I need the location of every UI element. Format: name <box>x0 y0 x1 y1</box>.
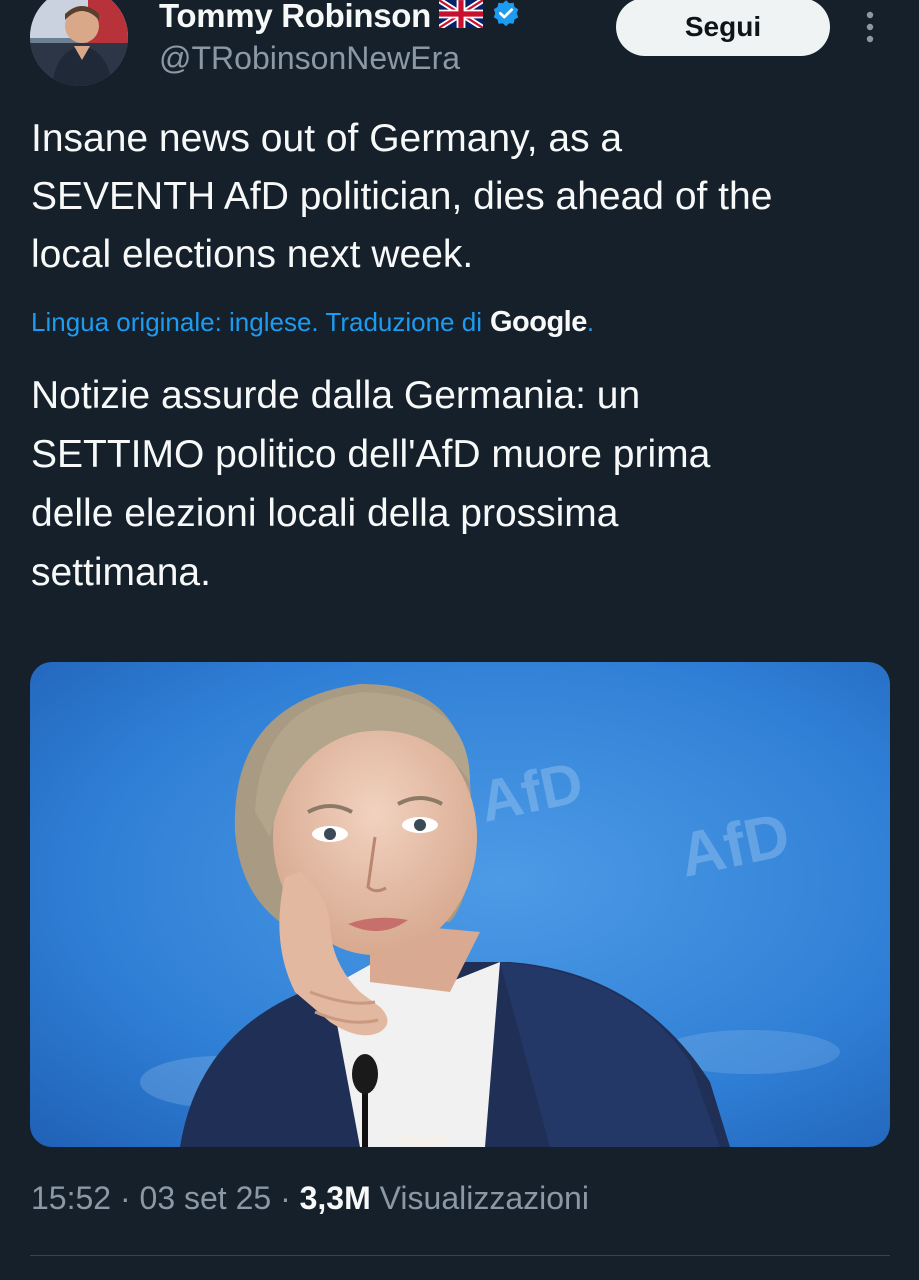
more-vertical-icon[interactable] <box>858 10 882 46</box>
author-handle[interactable]: @TRobinsonNewEra <box>159 40 460 77</box>
uk-flag-icon <box>437 0 485 33</box>
tweet-media-photo[interactable]: AfD AfD <box>30 662 890 1147</box>
views-label[interactable]: Visualizzazioni <box>371 1180 589 1217</box>
translation-note-text[interactable]: Lingua originale: inglese. Traduzione di <box>31 307 482 338</box>
meta-separator: · <box>111 1180 140 1216</box>
divider <box>30 1255 890 1256</box>
translation-note[interactable]: Lingua originale: inglese. Traduzione di… <box>31 300 901 344</box>
tweet-meta: 15:52 · 03 set 25 · 3,3M Visualizzazioni <box>31 1180 589 1226</box>
author-name-row[interactable]: Tommy Robinson <box>159 0 521 38</box>
tweet-date[interactable]: 03 set 25 <box>140 1180 272 1217</box>
translated-text-line: SETTIMO politico dell'AfD muore prima <box>31 433 711 476</box>
tweet-text-line: local elections next week. <box>31 233 474 276</box>
meta-separator: · <box>271 1180 300 1216</box>
follow-button[interactable]: Segui <box>616 0 830 56</box>
translation-note-dot: . <box>586 306 595 337</box>
translated-text-line: delle elezioni locali della prossima <box>31 492 619 535</box>
photo-portrait-image: AfD AfD <box>30 662 890 1147</box>
author-name[interactable]: Tommy Robinson <box>159 0 431 35</box>
translated-text-line: Notizie assurde dalla Germania: un <box>31 374 641 417</box>
avatar[interactable] <box>30 0 128 86</box>
translated-text-line: settimana. <box>31 551 211 594</box>
verified-badge-icon <box>491 0 521 34</box>
views-count[interactable]: 3,3M <box>300 1180 371 1217</box>
avatar-photo <box>30 0 128 86</box>
tweet-text-line: SEVENTH AfD politician, dies ahead of th… <box>31 175 773 218</box>
tweet-time[interactable]: 15:52 <box>31 1180 111 1217</box>
google-logo: Google <box>489 305 587 338</box>
tweet-text: Insane news out of Germany, as a SEVENTH … <box>31 110 901 284</box>
translated-text: Notizie assurde dalla Germania: un SETTIM… <box>31 366 901 602</box>
tweet-text-line: Insane news out of Germany, as a <box>31 117 623 160</box>
